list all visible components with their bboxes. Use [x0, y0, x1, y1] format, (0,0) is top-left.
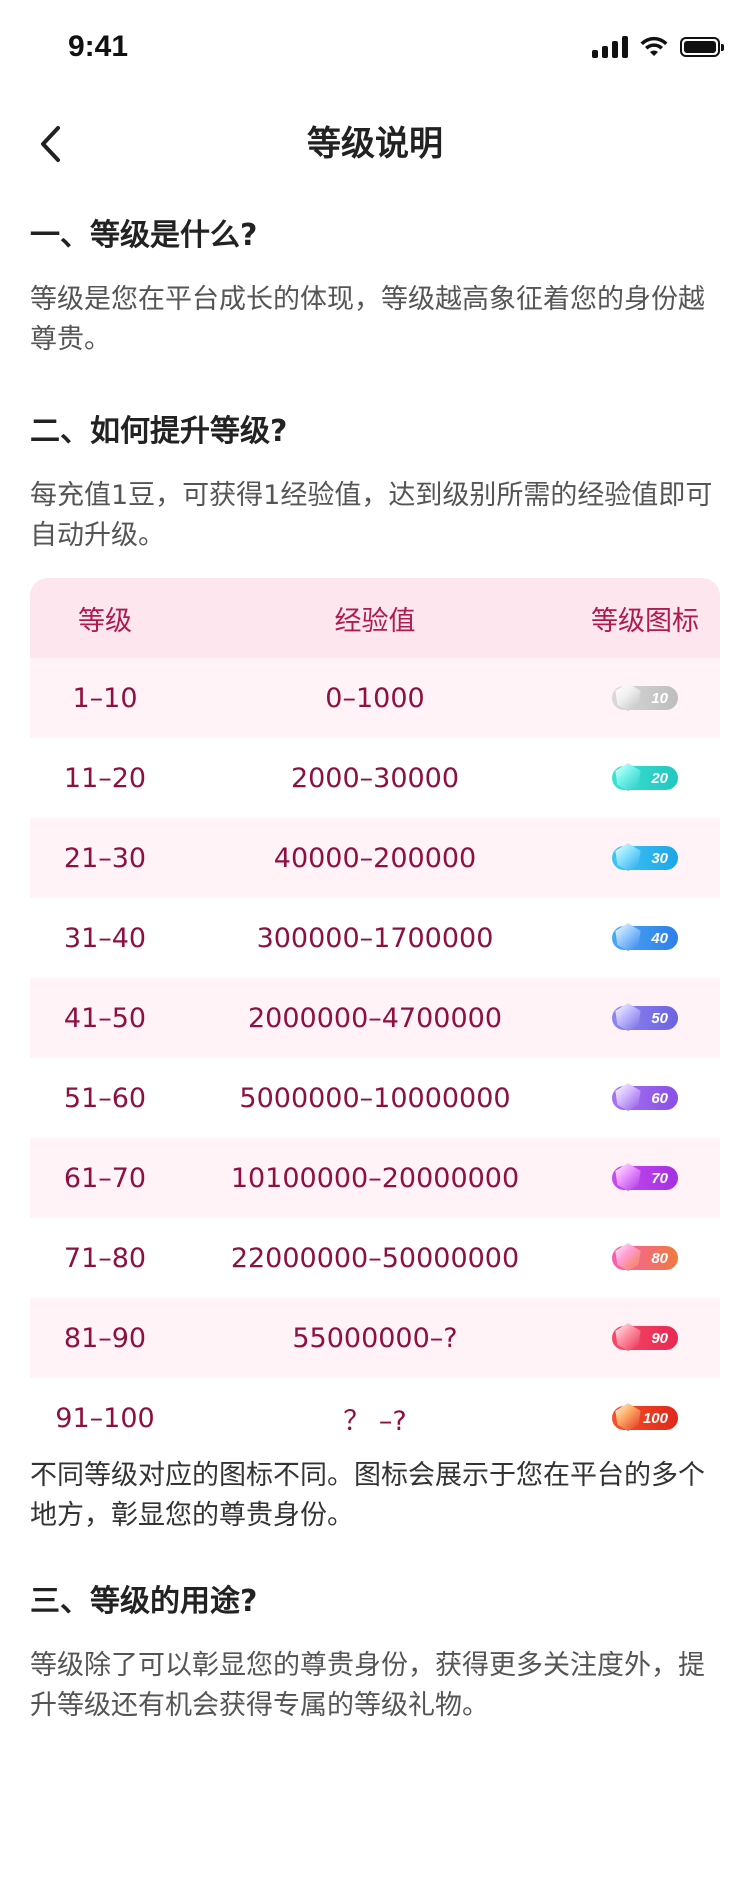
table-row: 61–70 10100000–20000000 70 [30, 1138, 720, 1218]
table-header: 等级 经验值 等级图标 [30, 578, 720, 658]
table-row: 51–60 5000000–10000000 60 [30, 1058, 720, 1138]
row-level: 91–100 [55, 1402, 155, 1434]
wifi-icon [640, 36, 668, 56]
table-row: 21–30 40000–200000 30 [30, 818, 720, 898]
row-level: 41–50 [63, 1002, 147, 1034]
gem-icon [615, 1163, 641, 1191]
header-level: 等级 [78, 605, 132, 637]
section-3-title: 三、等级的用途? [30, 1584, 258, 1619]
row-exp: 300000–1700000 [256, 922, 494, 954]
section-3-text: 等级除了可以彰显您的尊贵身份，获得更多关注度外，提升等级还有机会获得专属的等级礼… [30, 1650, 705, 1721]
gem-icon [615, 1323, 641, 1351]
status-bar: 9:41 [0, 0, 750, 96]
level-badge-icon: 10 [612, 683, 678, 711]
level-badge-icon: 60 [612, 1083, 678, 1111]
row-level: 21–30 [63, 842, 147, 874]
section-1-text: 等级是您在平台成长的体现，等级越高象征着您的身份越尊贵。 [30, 284, 705, 355]
table-row: 71–80 22000000–50000000 80 [30, 1218, 720, 1298]
nav-bar: 等级说明 [0, 96, 750, 192]
level-badge-icon: 20 [612, 763, 678, 791]
badge-number: 100 [642, 1409, 668, 1427]
row-exp: 55000000–? [292, 1322, 458, 1354]
level-badge-icon: 70 [612, 1163, 678, 1191]
row-exp: 0–1000 [325, 682, 425, 714]
row-level: 51–60 [63, 1082, 147, 1114]
table-row: 91–100 ？ –? 100 [30, 1378, 720, 1458]
header-icon: 等级图标 [591, 605, 699, 637]
section-2-text: 每充值1豆，可获得1经验值，达到级别所需的经验值即可自动升级。 [30, 480, 713, 551]
row-exp: 22000000–50000000 [230, 1242, 520, 1274]
row-level: 11–20 [63, 762, 147, 794]
gem-icon [615, 683, 641, 711]
header-exp: 经验值 [334, 605, 416, 637]
gem-icon [615, 1403, 641, 1431]
row-exp: ？ –? [343, 1405, 407, 1437]
row-level: 81–90 [63, 1322, 147, 1354]
section-1-title: 一、等级是什么? [30, 218, 258, 253]
status-icons [592, 32, 724, 62]
row-exp: 40000–200000 [273, 842, 477, 874]
status-time: 9:41 [68, 30, 129, 63]
battery-icon [680, 37, 724, 57]
badge-number: 80 [651, 1249, 668, 1267]
level-badge-icon: 90 [612, 1323, 678, 1351]
row-exp: 2000–30000 [290, 762, 460, 794]
badge-number: 90 [651, 1329, 668, 1347]
gem-icon [615, 1083, 641, 1111]
badge-number: 10 [651, 689, 668, 707]
badge-number: 50 [651, 1009, 668, 1027]
table-row: 31–40 300000–1700000 40 [30, 898, 720, 978]
section-2-title: 二、如何提升等级? [30, 414, 288, 449]
level-table: 等级 经验值 等级图标 1–10 0–1000 10 11–20 2000–30… [30, 578, 720, 1458]
gem-icon [615, 1243, 641, 1271]
row-level: 71–80 [63, 1242, 147, 1274]
row-level: 61–70 [63, 1162, 147, 1194]
table-row: 41–50 2000000–4700000 50 [30, 978, 720, 1058]
table-row: 1–10 0–1000 10 [30, 658, 720, 738]
table-row: 81–90 55000000–? 90 [30, 1298, 720, 1378]
icon-note-text: 不同等级对应的图标不同。图标会展示于您在平台的多个地方，彰显您的尊贵身份。 [30, 1460, 705, 1531]
badge-number: 30 [651, 849, 668, 867]
badge-number: 40 [651, 929, 668, 947]
row-exp: 2000000–4700000 [248, 1002, 502, 1034]
cellular-signal-icon [592, 36, 628, 58]
row-exp: 5000000–10000000 [239, 1082, 511, 1114]
gem-icon [615, 1003, 641, 1031]
row-level: 1–10 [72, 682, 138, 714]
level-badge-icon: 100 [612, 1403, 678, 1431]
badge-number: 70 [651, 1169, 668, 1187]
table-row: 11–20 2000–30000 20 [30, 738, 720, 818]
gem-icon [615, 923, 641, 951]
table-body: 1–10 0–1000 10 11–20 2000–30000 20 21–30… [30, 658, 720, 1458]
gem-icon [615, 843, 641, 871]
level-badge-icon: 80 [612, 1243, 678, 1271]
gem-icon [615, 763, 641, 791]
level-badge-icon: 30 [612, 843, 678, 871]
page-title: 等级说明 [307, 124, 443, 164]
level-badge-icon: 50 [612, 1003, 678, 1031]
badge-number: 60 [651, 1089, 668, 1107]
row-exp: 10100000–20000000 [230, 1162, 520, 1194]
level-badge-icon: 40 [612, 923, 678, 951]
badge-number: 20 [651, 769, 668, 787]
row-level: 31–40 [63, 922, 147, 954]
